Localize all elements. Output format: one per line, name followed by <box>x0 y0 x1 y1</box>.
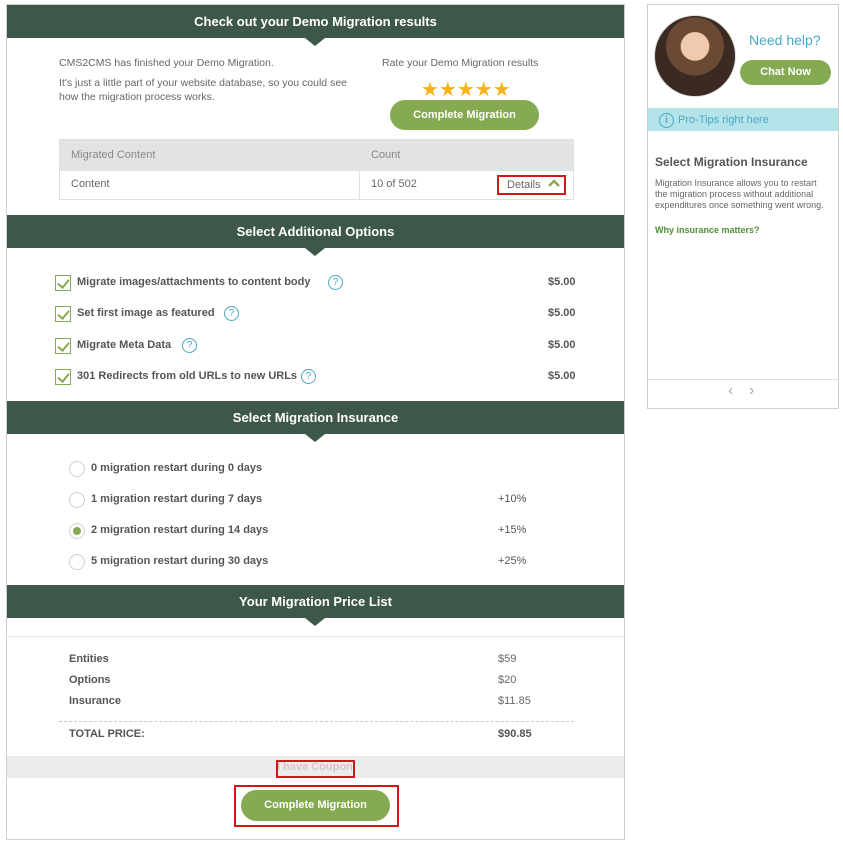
insurance-radio-4[interactable] <box>69 554 85 570</box>
price-label-options: Options <box>69 674 111 686</box>
tip-title: Select Migration Insurance <box>655 155 808 169</box>
info-icon: i <box>659 113 674 128</box>
option-checkbox-3[interactable] <box>55 338 71 354</box>
pro-tips-label: Pro-Tips right here <box>678 114 769 126</box>
insurance-pct-3: +15% <box>498 524 527 536</box>
option-label-1: Migrate images/attachments to content bo… <box>77 276 311 288</box>
total-price-value: $90.85 <box>498 728 532 740</box>
chevron-left-icon[interactable]: ‹ <box>728 382 733 400</box>
migration-main-panel: Check out your Demo Migration results CM… <box>6 4 625 840</box>
insurance-radio-2[interactable] <box>69 492 85 508</box>
table-divider <box>359 171 360 200</box>
options-title: Select Additional Options <box>236 224 395 239</box>
row-content-count: 10 of 502 <box>371 178 417 190</box>
complete-button-highlight <box>234 785 399 827</box>
help-side-panel: Need help? Chat Now i Pro-Tips right her… <box>647 4 839 409</box>
price-list-header: Your Migration Price List <box>7 585 624 626</box>
insurance-pct-4: +25% <box>498 555 527 567</box>
help-icon[interactable]: ? <box>301 369 316 384</box>
side-footer-divider <box>648 379 838 380</box>
rate-label: Rate your Demo Migration results <box>382 57 539 69</box>
tip-body: Migration Insurance allows you to restar… <box>655 178 824 210</box>
col-count: Count <box>371 149 401 161</box>
row-content-label: Content <box>71 178 110 190</box>
total-price-label: TOTAL PRICE: <box>69 728 145 740</box>
price-value-insurance: $11.85 <box>498 695 531 707</box>
insurance-title: Select Migration Insurance <box>232 410 399 425</box>
insurance-label-3: 2 migration restart during 14 days <box>91 524 269 536</box>
why-insurance-link[interactable]: Why insurance matters? <box>655 225 760 235</box>
option-checkbox-4[interactable] <box>55 369 71 385</box>
complete-migration-button-top[interactable]: Complete Migration <box>390 100 539 130</box>
option-checkbox-1[interactable] <box>55 275 71 291</box>
results-header: Check out your Demo Migration results <box>7 5 624 46</box>
rating-stars[interactable]: ★★★★★ <box>421 77 511 102</box>
price-list-title: Your Migration Price List <box>239 594 392 609</box>
need-help-label: Need help? <box>749 32 821 48</box>
price-label-entities: Entities <box>69 653 109 665</box>
intro-line-2: It's just a little part of your website … <box>59 77 347 103</box>
intro-line-1: CMS2CMS has finished your Demo Migration… <box>59 57 274 69</box>
option-label-3: Migrate Meta Data <box>77 339 172 351</box>
col-migrated-content: Migrated Content <box>71 149 156 161</box>
chat-now-button[interactable]: Chat Now <box>740 60 831 85</box>
price-value-entities: $59 <box>498 653 517 665</box>
price-list-divider <box>7 636 624 637</box>
help-icon[interactable]: ? <box>224 306 239 321</box>
results-title: Check out your Demo Migration results <box>194 14 437 29</box>
option-checkbox-2[interactable] <box>55 306 71 322</box>
insurance-radio-3[interactable] <box>69 523 85 539</box>
coupon-highlight <box>276 760 355 778</box>
option-price-4: $5.00 <box>548 370 576 382</box>
price-value-options: $20 <box>498 674 517 686</box>
total-separator <box>59 721 574 722</box>
option-price-2: $5.00 <box>548 307 576 319</box>
insurance-header: Select Migration Insurance <box>7 401 624 442</box>
option-price-1: $5.00 <box>548 276 576 288</box>
insurance-label-1: 0 migration restart during 0 days <box>91 462 263 474</box>
option-price-3: $5.00 <box>548 339 576 351</box>
help-icon[interactable]: ? <box>182 338 197 353</box>
chevron-right-icon[interactable]: › <box>749 382 754 400</box>
help-icon[interactable]: ? <box>328 275 343 290</box>
insurance-label-2: 1 migration restart during 7 days <box>91 493 263 505</box>
insurance-label-4: 5 migration restart during 30 days <box>91 555 269 567</box>
insurance-pct-2: +10% <box>498 493 527 505</box>
details-highlight <box>497 175 566 195</box>
support-avatar <box>654 15 736 97</box>
options-header: Select Additional Options <box>7 215 624 256</box>
option-label-4: 301 Redirects from old URLs to new URLs <box>77 370 298 382</box>
price-label-insurance: Insurance <box>69 695 121 707</box>
insurance-radio-1[interactable] <box>69 461 85 477</box>
option-label-2: Set first image as featured <box>77 307 215 319</box>
